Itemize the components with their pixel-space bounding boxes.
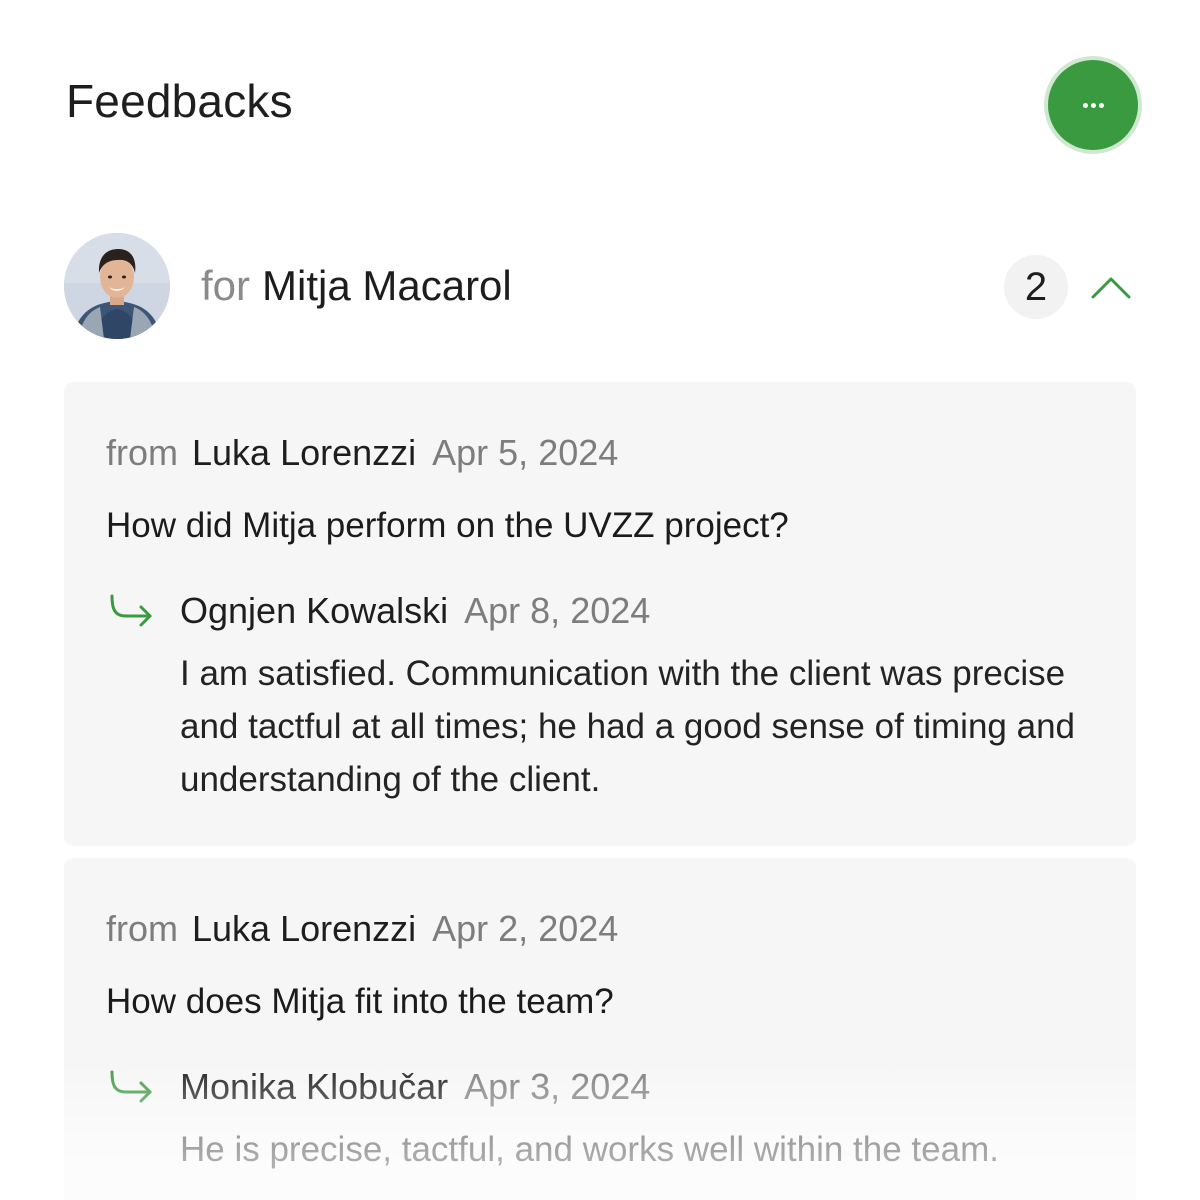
feedback-meta: from Luka Lorenzzi Apr 5, 2024 [106, 432, 618, 474]
reply-date: Apr 3, 2024 [464, 1066, 651, 1107]
reply-author: Monika Klobučar [180, 1066, 449, 1107]
chevron-up-icon[interactable] [1088, 268, 1134, 304]
feedback-date: Apr 2, 2024 [432, 908, 619, 949]
reply-author: Ognjen Kowalski [180, 590, 449, 631]
avatar [64, 233, 170, 339]
reply-arrow-icon [108, 1068, 156, 1104]
more-options-button[interactable] [1048, 60, 1138, 150]
reply-arrow-icon [108, 592, 156, 628]
recipient-name: Mitja Macarol [262, 262, 512, 309]
feedback-meta: from Luka Lorenzzi Apr 2, 2024 [106, 908, 618, 950]
feedbacks-page: Feedbacks for Mitja Macarol 2 from Luka … [0, 0, 1200, 1200]
feedback-card[interactable]: from Luka Lorenzzi Apr 5, 2024 How did Mit… [64, 382, 1136, 846]
feedback-question: How does Mitja fit into the team? [106, 982, 614, 1021]
recipient-heading: for Mitja Macarol [201, 262, 512, 310]
feedback-date: Apr 5, 2024 [432, 432, 619, 473]
from-label: from [106, 908, 178, 949]
for-label: for [201, 262, 251, 309]
reply-header: Ognjen Kowalski Apr 8, 2024 [180, 590, 650, 632]
feedback-author: Luka Lorenzzi [192, 432, 417, 473]
feedback-author: Luka Lorenzzi [192, 908, 417, 949]
page-title: Feedbacks [66, 75, 293, 127]
from-label: from [106, 432, 178, 473]
feedback-count-badge: 2 [1004, 255, 1068, 319]
reply-date: Apr 8, 2024 [464, 590, 651, 631]
reply-text: I am satisfied. Communication with the c… [180, 654, 1076, 799]
feedback-question: How did Mitja perform on the UVZZ projec… [106, 506, 789, 545]
reply-text: He is precise, tactful, and works well w… [180, 1130, 999, 1169]
reply-header: Monika Klobučar Apr 3, 2024 [180, 1066, 650, 1108]
feedback-card[interactable]: from Luka Lorenzzi Apr 2, 2024 How does Mi… [64, 858, 1136, 1200]
